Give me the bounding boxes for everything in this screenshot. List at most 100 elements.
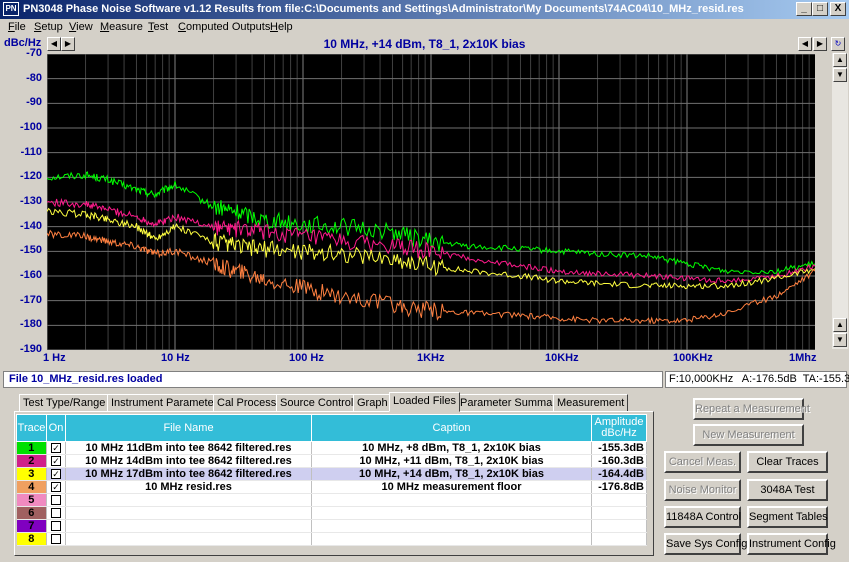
zoom-up-icon[interactable]: ▲ bbox=[833, 318, 847, 332]
table-row[interactable]: 2 ✓ 10 MHz 14dBm into tee 8642 filtered.re… bbox=[16, 454, 647, 468]
window-title: PN3048 Phase Noise Software v1.12 Result… bbox=[23, 3, 744, 15]
menu-setup[interactable]: Setup bbox=[34, 20, 63, 35]
amplitude-cell: -164.4dB bbox=[591, 467, 647, 481]
pan-right-icon[interactable]: ▶ bbox=[813, 37, 827, 51]
x-tick-label: 1KHz bbox=[417, 352, 445, 364]
tab-cal-process[interactable]: Cal Process bbox=[213, 394, 281, 412]
trace-on-checkbox[interactable] bbox=[46, 506, 66, 520]
x-tick-label: 1Mhz bbox=[789, 352, 817, 364]
refresh-icon[interactable]: ↻ bbox=[831, 37, 845, 51]
menu-file[interactable]: File bbox=[8, 20, 26, 35]
menu-bar: File Setup View Measure Test Computed Ou… bbox=[0, 19, 849, 36]
menu-computed-outputs[interactable]: Computed Outputs bbox=[178, 20, 270, 35]
pan-left-icon[interactable]: ◀ bbox=[798, 37, 812, 51]
file-name-cell: 10 MHz resid.res bbox=[65, 480, 312, 494]
table-row[interactable]: 5 bbox=[16, 493, 647, 507]
caption-cell bbox=[311, 506, 592, 520]
vertical-scrollbar[interactable]: ▲ ▼ ▲ ▼ bbox=[832, 53, 848, 349]
file-name-cell bbox=[65, 493, 312, 507]
menu-help[interactable]: Help bbox=[270, 20, 293, 35]
amplitude-cell bbox=[591, 493, 647, 507]
tab-parameter-summary[interactable]: Parameter Summary bbox=[456, 394, 566, 412]
trace-number: 6 bbox=[16, 506, 47, 520]
trace-number: 2 bbox=[16, 454, 47, 468]
trace-number: 3 bbox=[16, 467, 47, 481]
x-tick-label: 10 Hz bbox=[161, 352, 190, 364]
y-tick-label: -150 bbox=[19, 244, 42, 257]
trace-on-checkbox[interactable] bbox=[46, 532, 66, 546]
freq-readout: F:10,000KHz bbox=[669, 373, 734, 385]
new-measurement-button[interactable]: New Measurement bbox=[693, 424, 804, 446]
caption-cell bbox=[311, 493, 592, 507]
menu-measure[interactable]: Measure bbox=[100, 20, 143, 35]
table-row[interactable]: 7 bbox=[16, 519, 647, 533]
table-row[interactable]: 4 ✓ 10 MHz resid.res 10 MHz measurement flo… bbox=[16, 480, 647, 494]
tab-measurement[interactable]: Measurement bbox=[553, 394, 629, 412]
caption-cell: 10 MHz measurement floor bbox=[311, 480, 592, 494]
table-row[interactable]: 8 bbox=[16, 532, 647, 546]
trace-on-checkbox[interactable]: ✓ bbox=[46, 441, 66, 455]
zoom-down-icon[interactable]: ▼ bbox=[833, 333, 847, 347]
scroll-up-icon[interactable]: ▲ bbox=[833, 53, 847, 67]
caption-cell: 10 MHz, +11 dBm, T8_1, 2x10K bias bbox=[311, 454, 592, 468]
y-tick-label: -180 bbox=[19, 318, 42, 331]
col-caption: Caption bbox=[311, 414, 592, 442]
menu-test[interactable]: Test bbox=[148, 20, 168, 35]
tab-instrument-parameters[interactable]: Instrument Parameters bbox=[107, 394, 227, 412]
amplitude-cell: -160.3dB bbox=[591, 454, 647, 468]
cancel-measurement-button[interactable]: Cancel Meas. bbox=[664, 451, 741, 473]
trace-on-checkbox[interactable]: ✓ bbox=[46, 454, 66, 468]
caption-cell bbox=[311, 532, 592, 546]
x-tick-label: 10KHz bbox=[545, 352, 579, 364]
trace-on-checkbox[interactable] bbox=[46, 519, 66, 533]
instrument-config-button[interactable]: Instrument Config bbox=[747, 533, 836, 555]
ta-readout: TA:-155.3dB bbox=[802, 373, 849, 385]
close-button[interactable]: X bbox=[830, 2, 846, 16]
segment-tables-button[interactable]: Segment Tables bbox=[747, 506, 828, 528]
y-tick-label: -70 bbox=[26, 47, 42, 59]
caption-cell bbox=[311, 519, 592, 533]
maximize-button[interactable]: □ bbox=[812, 2, 828, 16]
file-name-cell bbox=[65, 506, 312, 520]
y-tick-label: -160 bbox=[19, 269, 42, 281]
y-tick-label: -130 bbox=[19, 195, 42, 207]
table-row[interactable]: 3 ✓ 10 MHz 17dBm into tee 8642 filtered.re… bbox=[16, 467, 647, 481]
status-readout: F:10,000KHz A:-176.5dB TA:-155.3dB bbox=[665, 371, 849, 388]
loaded-files-table: Trace On File Name Caption Amplitude dBc/… bbox=[16, 414, 647, 546]
col-amplitude: Amplitude dBc/Hz bbox=[591, 414, 647, 442]
file-name-cell: 10 MHz 17dBm into tee 8642 filtered.res bbox=[65, 467, 312, 481]
chart-title: 10 MHz, +14 dBm, T8_1, 2x10K bias bbox=[323, 37, 526, 51]
y-tick-label: -190 bbox=[19, 343, 42, 355]
clear-traces-button[interactable]: Clear Traces bbox=[747, 451, 828, 473]
table-row[interactable]: 1 ✓ 10 MHz 11dBm into tee 8642 filtered.re… bbox=[16, 441, 647, 455]
amplitude-readout: A:-176.5dB bbox=[741, 373, 797, 385]
save-sys-config-button[interactable]: Save Sys Config bbox=[664, 533, 747, 555]
11848a-control-button[interactable]: 11848A Control bbox=[664, 506, 741, 528]
amplitude-cell bbox=[591, 506, 647, 520]
tab-test-type-range[interactable]: Test Type/Range bbox=[19, 394, 110, 412]
minimize-button[interactable]: _ bbox=[796, 2, 812, 16]
tab-graph[interactable]: Graph bbox=[353, 394, 392, 412]
y-tick-label: -90 bbox=[26, 96, 42, 109]
repeat-measurement-button[interactable]: Repeat a Measurement bbox=[693, 398, 810, 420]
tab-source-control[interactable]: Source Control bbox=[276, 394, 358, 412]
x-tick-label: 1 Hz bbox=[43, 352, 66, 364]
noise-monitor-button[interactable]: Noise Monitor bbox=[664, 479, 741, 501]
y-tick-label: -100 bbox=[19, 121, 42, 133]
trace-on-checkbox[interactable]: ✓ bbox=[46, 480, 66, 494]
y-tick-label: -80 bbox=[26, 71, 42, 84]
trace-number: 1 bbox=[16, 441, 47, 455]
trace-on-checkbox[interactable]: ✓ bbox=[46, 467, 66, 481]
scroll-down-icon[interactable]: ▼ bbox=[833, 68, 847, 82]
trace-number: 7 bbox=[16, 519, 47, 533]
status-bar: File 10_MHz_resid.res loaded F:10,000KHz… bbox=[0, 371, 849, 388]
file-name-cell: 10 MHz 14dBm into tee 8642 filtered.res bbox=[65, 454, 312, 468]
3048a-test-button[interactable]: 3048A Test bbox=[747, 479, 828, 501]
menu-view[interactable]: View bbox=[69, 20, 93, 35]
trace-on-checkbox[interactable] bbox=[46, 493, 66, 507]
trace-number: 5 bbox=[16, 493, 47, 507]
tab-loaded-files[interactable]: Loaded Files bbox=[389, 392, 460, 412]
trace-number: 4 bbox=[16, 480, 47, 494]
table-row[interactable]: 6 bbox=[16, 506, 647, 520]
file-name-cell: 10 MHz 11dBm into tee 8642 filtered.res bbox=[65, 441, 312, 455]
